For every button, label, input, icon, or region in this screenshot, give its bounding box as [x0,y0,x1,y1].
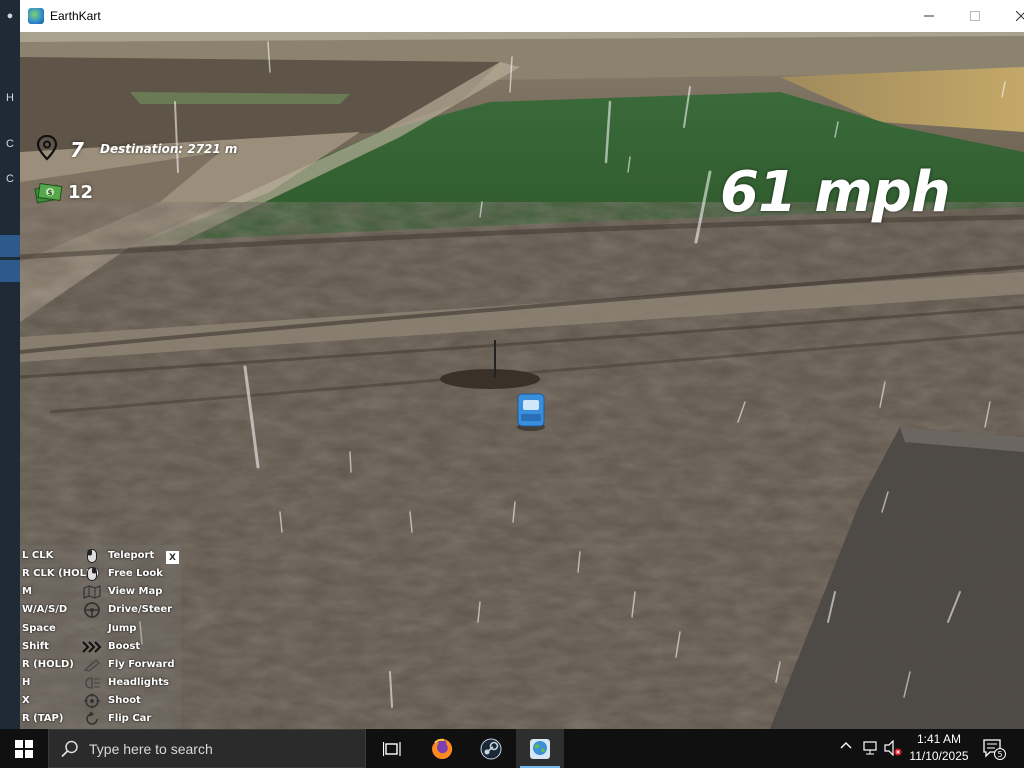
player-kart [517,393,545,431]
control-key: W/A/S/D [22,604,68,615]
control-row: M View Map [20,583,181,601]
control-row: X Shoot [20,692,181,710]
jump-icon [82,621,102,637]
steam-icon [480,738,502,759]
control-row: R (TAP) Flip Car [20,710,181,728]
desktop-strip-glyph: ● [6,10,14,22]
desktop-strip-letter: C [6,138,14,150]
mouse-right-icon [82,566,102,582]
control-row: R CLK (HOLD) Free Look [20,565,181,583]
destination-distance: Destination: 2721 m [100,142,238,156]
control-row: R (HOLD) Fly Forward [20,656,181,674]
taskbar: Type here to search 1:41 AM 11/10/2025 5 [0,729,1024,768]
close-button[interactable] [998,0,1024,32]
game-viewport[interactable]: 7 Destination: 2721 m $ 12 61 mph X L CL… [20,32,1024,729]
control-row: Shift Boost [20,638,181,656]
notification-icon: 5 [983,739,1006,760]
game-window: EarthKart 7 Destination: 2721 m $ 12 61 … [20,0,1024,729]
control-key: Shift [22,641,49,652]
earthkart-app-icon [28,8,44,24]
minimize-icon [924,15,934,17]
boost-icon [82,639,102,655]
window-title: EarthKart [50,9,101,23]
show-hidden-icons-chevron-icon[interactable] [840,740,852,755]
desktop-strip-letter: C [6,173,14,185]
cash-count: 12 [68,182,94,203]
control-action: Fly Forward [108,659,175,670]
close-icon [1016,11,1024,21]
desktop-strip-selection [0,235,20,257]
controls-help-panel: X L CLK Teleport R CLK (HOLD) Free Look … [20,545,181,729]
search-placeholder: Type here to search [89,741,213,757]
search-icon [61,740,78,758]
action-center-button[interactable]: 5 [982,738,1006,764]
control-row: Space Jump [20,620,181,638]
notification-count: 5 [997,750,1002,759]
location-pin-icon [36,135,58,161]
task-view-icon [383,741,401,756]
flip-icon [82,711,102,727]
control-row: W/A/S/D Drive/Steer [20,601,181,619]
start-button[interactable] [0,729,48,768]
taskbar-steam[interactable] [467,729,515,768]
desktop-strip-letter: H [6,92,14,104]
control-key: H [22,677,31,688]
control-action: Shoot [108,695,141,706]
control-action: Jump [108,623,137,634]
control-key: R (TAP) [22,713,64,724]
control-action: Free Look [108,568,163,579]
earthkart-icon [530,738,550,759]
fly-icon [82,657,102,673]
maximize-button[interactable] [952,0,998,32]
steering-wheel-icon [82,602,102,618]
taskbar-firefox[interactable] [418,729,466,768]
clock-date[interactable]: 11/10/2025 [906,749,972,763]
control-action: Teleport [108,550,155,561]
speedometer: 61 mph [720,160,951,225]
taskbar-search-box[interactable]: Type here to search [48,729,366,768]
clock-time[interactable]: 1:41 AM [906,732,972,746]
control-key: X [22,695,30,706]
control-key: M [22,586,32,597]
task-view-button[interactable] [368,729,416,768]
control-action: Headlights [108,677,169,688]
svg-text:$: $ [48,189,53,197]
pin-count: 7 [70,138,84,162]
windows-logo-icon [15,739,33,758]
control-key: R (HOLD) [22,659,74,670]
control-row: H Headlights [20,674,181,692]
mouse-left-icon [82,548,102,564]
control-key: L CLK [22,550,54,561]
control-action: View Map [108,586,163,597]
map-icon [82,584,102,600]
cash-stack-icon: $ [34,182,63,204]
control-action: Boost [108,641,141,652]
network-icon[interactable] [862,740,880,759]
control-action: Flip Car [108,713,152,724]
control-key: Space [22,623,56,634]
maximize-icon [970,11,980,21]
volume-muted-icon[interactable] [884,739,902,759]
control-action: Drive/Steer [108,604,173,615]
firefox-icon [432,738,453,759]
taskbar-earthkart[interactable] [516,729,564,768]
crosshair-icon [82,693,102,709]
control-row: L CLK Teleport [20,547,181,565]
desktop-strip-selection [0,260,20,282]
title-bar[interactable]: EarthKart [20,0,1024,32]
minimize-button[interactable] [906,0,952,32]
background-window-edge: ● H C C [0,0,20,729]
headlights-icon [82,675,102,691]
